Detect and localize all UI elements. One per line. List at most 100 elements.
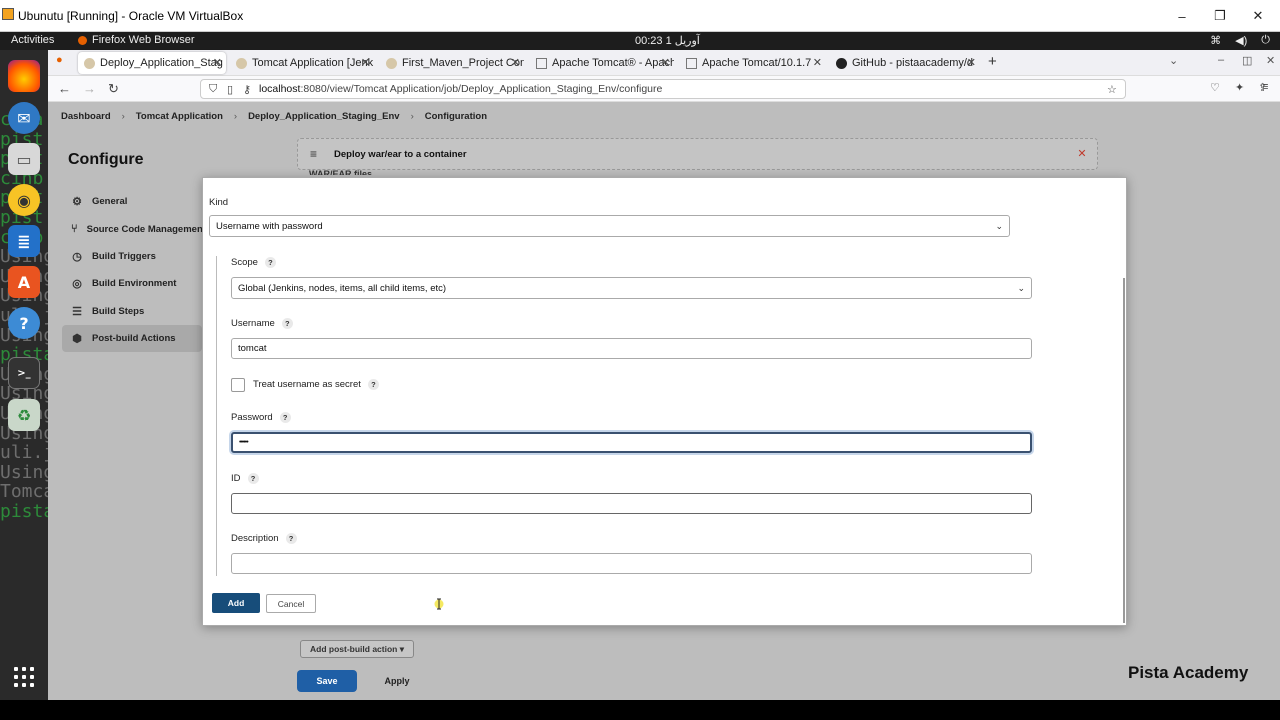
help-icon[interactable]: ?: [285, 533, 297, 544]
breadcrumb-job[interactable]: Deploy_Application_Staging_Env: [248, 111, 400, 122]
tab-github[interactable]: GitHub - pistaacademy/d ✕: [830, 52, 980, 74]
close-icon[interactable]: ✕: [1238, 0, 1278, 32]
github-favicon-icon: [836, 57, 847, 69]
dialog-scrollbar[interactable]: [1123, 278, 1125, 623]
help-icon[interactable]: ?: [279, 412, 291, 423]
jenkins-page: Dashboard › Tomcat Application › Deploy_Ap…: [48, 102, 1280, 700]
add-button[interactable]: Add: [212, 593, 260, 613]
list-all-tabs-icon[interactable]: ⌄: [1169, 54, 1178, 67]
extensions-icon[interactable]: ✦: [1235, 81, 1244, 94]
ff-minimize-icon[interactable]: –: [1218, 54, 1224, 66]
close-tab-icon[interactable]: ✕: [967, 56, 976, 69]
ff-restore-icon[interactable]: ◫: [1242, 54, 1252, 67]
bottom-black-bar: [0, 700, 1280, 720]
help-icon[interactable]: ?: [281, 318, 293, 329]
show-apps-icon[interactable]: [14, 667, 34, 687]
software-dock-icon[interactable]: A: [8, 266, 40, 298]
terminal-line: uli.j: [0, 442, 48, 464]
app-menu-icon[interactable]: ≡: [1262, 81, 1268, 93]
files-dock-icon[interactable]: ▭: [8, 143, 40, 175]
firefox-view-icon[interactable]: ●: [56, 54, 63, 66]
sidebar-item-post-build[interactable]: ⬢ Post-build Actions: [62, 324, 202, 353]
permissions-icon[interactable]: ⚷: [243, 83, 251, 96]
chevron-down-icon: ⌄: [995, 221, 1003, 231]
id-input[interactable]: [231, 493, 1032, 514]
forward-icon[interactable]: →: [83, 81, 96, 96]
username-input[interactable]: tomcat: [231, 338, 1032, 359]
url-host: localhost: [259, 83, 301, 95]
ff-close-icon[interactable]: ✕: [1266, 54, 1275, 67]
jenkins-favicon-icon: [386, 57, 397, 69]
sidebar-item-label: Build Triggers: [92, 250, 156, 262]
password-input[interactable]: ••••••: [231, 432, 1032, 453]
sidebar-item-build-triggers[interactable]: ◷ Build Triggers: [62, 243, 202, 270]
terminal-dock-icon[interactable]: >_: [8, 357, 40, 389]
rhythmbox-dock-icon[interactable]: ◉: [8, 184, 40, 216]
post-build-step-title: Deploy war/ear to a container: [334, 149, 467, 160]
thunderbird-dock-icon[interactable]: ✉: [8, 102, 40, 134]
close-tab-icon[interactable]: ✕: [511, 56, 520, 69]
scope-select-value: Global (Jenkins, nodes, items, all child…: [238, 282, 447, 294]
kind-label: Kind: [209, 197, 228, 208]
app-menu[interactable]: Firefox Web Browser: [78, 34, 195, 46]
description-input[interactable]: [231, 553, 1032, 574]
firefox-dock-icon[interactable]: [8, 60, 40, 92]
tab-deploy-application[interactable]: Deploy_Application_Stag ✕: [78, 52, 226, 74]
new-tab-icon[interactable]: +: [988, 53, 997, 70]
activities-button[interactable]: Activities: [11, 34, 54, 46]
help-icon[interactable]: ?: [264, 257, 276, 268]
cancel-button[interactable]: Cancel: [266, 594, 316, 613]
kind-select[interactable]: Username with password ⌄: [209, 215, 1010, 237]
breadcrumb-separator: ›: [233, 111, 238, 122]
shield-icon[interactable]: ⛉: [209, 83, 217, 96]
treat-username-secret-checkbox[interactable]: [231, 378, 245, 392]
save-button[interactable]: Save: [297, 670, 357, 692]
writer-dock-icon[interactable]: ≣: [8, 225, 40, 257]
close-tab-icon[interactable]: ✕: [661, 56, 670, 69]
help-dock-icon[interactable]: ?: [8, 307, 40, 339]
drag-handle-icon[interactable]: ≡: [310, 147, 317, 161]
minimize-icon[interactable]: –: [1162, 0, 1202, 32]
sidebar-item-general[interactable]: ⚙ General: [62, 188, 202, 215]
jenkins-favicon-icon: [84, 57, 95, 69]
breadcrumb: Dashboard › Tomcat Application › Deploy_Ap…: [61, 111, 487, 122]
trash-dock-icon[interactable]: ♻: [8, 399, 40, 431]
tab-title: Apache Tomcat® - Apach: [552, 57, 674, 69]
ubuntu-dock: catapistpistcinbpistpistcinbUsingUsingUs…: [0, 50, 48, 700]
id-label: ID?: [231, 473, 259, 484]
scope-select[interactable]: Global (Jenkins, nodes, items, all child…: [231, 277, 1032, 299]
sidebar-item-build-steps[interactable]: ☰ Build Steps: [62, 298, 202, 325]
tab-first-maven-project[interactable]: First_Maven_Project Con ✕: [380, 52, 524, 74]
apply-button[interactable]: Apply: [367, 670, 427, 692]
reload-icon[interactable]: ↻: [108, 81, 119, 97]
sidebar-item-source-code[interactable]: ⑂ Source Code Management: [62, 215, 202, 242]
breadcrumb-dashboard[interactable]: Dashboard: [61, 111, 111, 122]
tab-apache-tomcat-10[interactable]: Apache Tomcat/10.1.7 ✕: [680, 52, 826, 74]
url-path: :8080/view/Tomcat Application/job/Deploy…: [300, 83, 663, 95]
maximize-icon[interactable]: ❐: [1200, 0, 1240, 32]
tab-title: Deploy_Application_Stag: [100, 57, 223, 69]
back-icon[interactable]: ←: [58, 81, 71, 96]
url-bar[interactable]: ⛉ ▯ ⚷ localhost:8080/view/Tomcat Applica…: [200, 79, 1126, 99]
close-tab-icon[interactable]: ✕: [361, 56, 370, 69]
bookmark-star-icon[interactable]: ☆: [1107, 83, 1117, 96]
password-label: Password?: [231, 412, 291, 423]
list-icon: ☰: [72, 305, 82, 318]
pocket-icon[interactable]: ♡: [1210, 81, 1220, 94]
help-icon[interactable]: ?: [367, 379, 379, 390]
tab-tomcat-application[interactable]: Tomcat Application [Jenk ✕: [230, 52, 374, 74]
clock[interactable]: 00:23 آوریل 1: [635, 34, 700, 47]
breadcrumb-configuration[interactable]: Configuration: [425, 111, 487, 122]
tab-apache-tomcat[interactable]: Apache Tomcat® - Apach ✕: [530, 52, 674, 74]
help-icon[interactable]: ?: [247, 473, 259, 484]
remove-step-icon[interactable]: ✕: [1075, 147, 1089, 161]
sidebar-item-build-environment[interactable]: ◎ Build Environment: [62, 270, 202, 297]
breadcrumb-tomcat-application[interactable]: Tomcat Application: [136, 111, 223, 122]
system-tray[interactable]: ⌘ ◀) ⏻: [1210, 34, 1270, 47]
jenkins-favicon-icon: [236, 57, 247, 69]
close-tab-icon[interactable]: ✕: [213, 56, 222, 69]
branch-icon: ⑂: [71, 223, 78, 236]
close-tab-icon[interactable]: ✕: [813, 56, 822, 69]
add-post-build-action-button[interactable]: Add post-build action ▾: [300, 640, 414, 658]
sidebar-item-label: Build Steps: [92, 305, 145, 317]
